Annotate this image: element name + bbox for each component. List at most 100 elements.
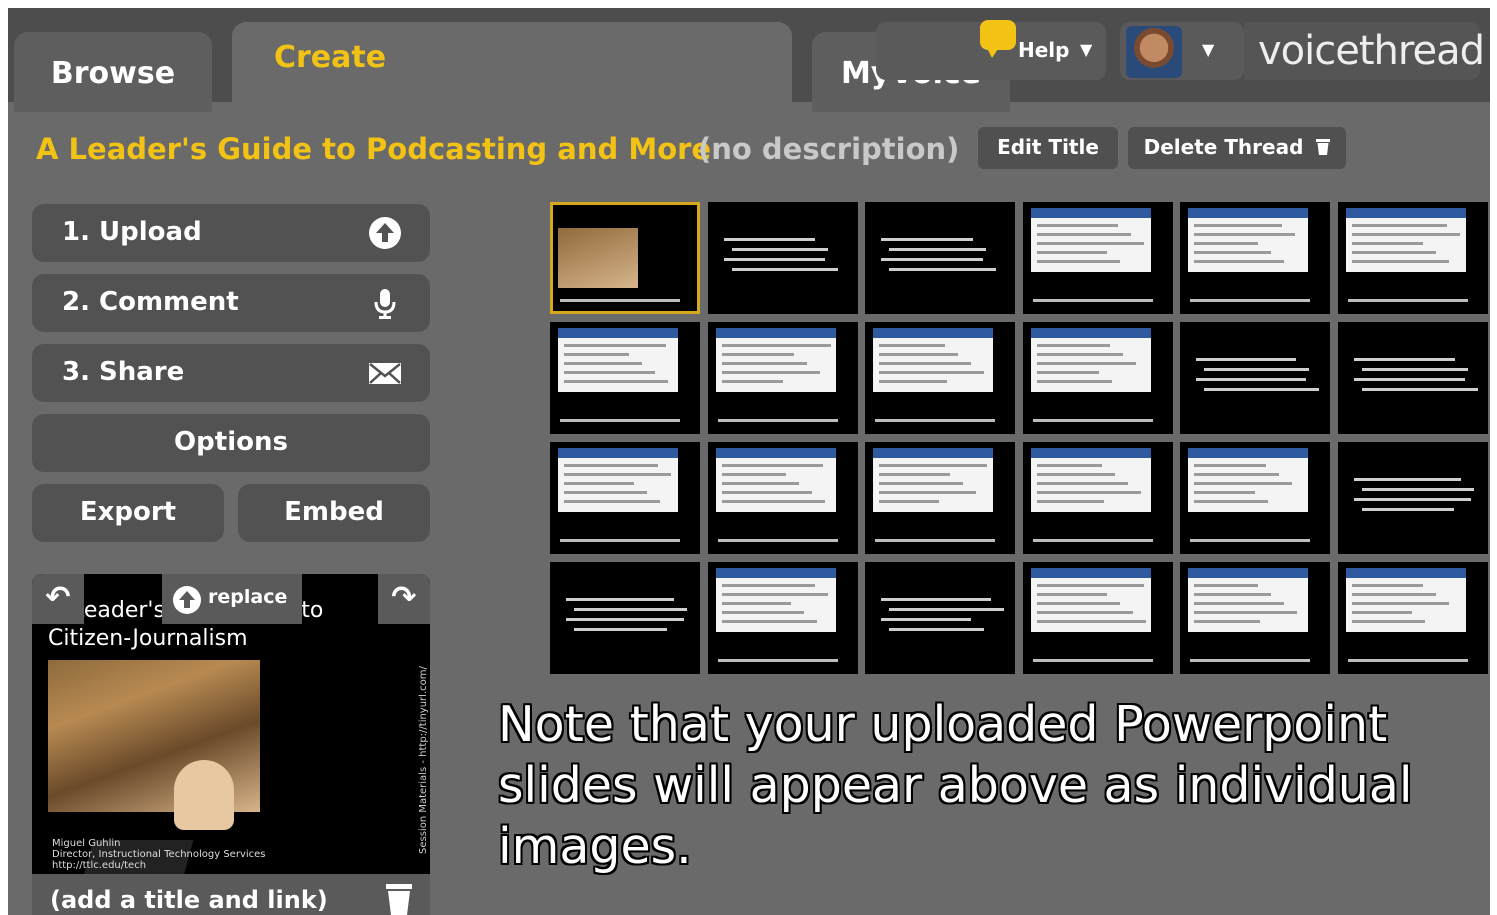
upload-button[interactable]: 1. Upload [32, 204, 430, 262]
slide-text-line [731, 268, 838, 271]
tab-create[interactable]: Create [232, 22, 792, 102]
add-title-link[interactable]: (add a title and link) [50, 886, 328, 914]
slide-thumbnail[interactable] [707, 442, 858, 554]
upload-label: 1. Upload [62, 217, 202, 247]
slide-text-line [1353, 378, 1465, 381]
slide-screenshot-line [1036, 380, 1112, 383]
slide-screenshot-line [1194, 482, 1292, 485]
slide-caption-line [1190, 659, 1310, 662]
slide-screenshot-line [1036, 260, 1120, 263]
preview-photo [48, 660, 260, 874]
slide-text-line [566, 618, 684, 621]
slide-text-line [889, 608, 1004, 611]
comment-button[interactable]: 2. Comment [32, 274, 430, 332]
slide-screenshot-header [558, 328, 678, 338]
slide-screenshot-header [1188, 568, 1308, 578]
replace-button[interactable]: replace [162, 574, 302, 624]
slide-screenshot-line [1194, 500, 1268, 503]
slide-screenshot [1188, 568, 1308, 632]
export-button[interactable]: Export [32, 484, 224, 542]
slide-thumbnail[interactable] [1337, 442, 1488, 554]
slide-screenshot-line [721, 380, 783, 383]
edit-title-button[interactable]: Edit Title [978, 127, 1118, 169]
slide-screenshot-line [564, 344, 666, 347]
slide-thumbnail[interactable] [1180, 322, 1330, 434]
slide-thumbnail[interactable] [1022, 442, 1173, 554]
microphone-icon [374, 289, 396, 319]
slide-thumbnail[interactable] [865, 202, 1015, 314]
slide-text-line [1353, 478, 1461, 481]
slide-screenshot-line [879, 491, 976, 494]
slide-screenshot-line [1194, 602, 1284, 605]
help-label[interactable]: Help [1018, 38, 1069, 62]
trash-icon [1316, 139, 1331, 155]
slide-screenshot [1345, 208, 1466, 272]
chevron-down-icon[interactable]: ▼ [1202, 40, 1214, 59]
slide-screenshot-line [879, 482, 963, 485]
embed-button[interactable]: Embed [238, 484, 430, 542]
slide-screenshot-line [564, 371, 655, 374]
rotate-right-icon[interactable]: ↷ [378, 574, 430, 624]
slide-thumbnail[interactable] [865, 322, 1015, 434]
slide-thumbnail[interactable] [1180, 202, 1330, 314]
slide-thumbnail[interactable] [1337, 562, 1488, 674]
slide-thumbnail[interactable] [707, 202, 858, 314]
slide-text-line [1361, 388, 1478, 391]
replace-label: replace [208, 586, 288, 608]
slide-thumbnail[interactable] [550, 202, 700, 314]
avatar[interactable] [1126, 26, 1182, 78]
slide-screenshot-line [1194, 260, 1284, 263]
slide-caption-line [717, 539, 838, 542]
slide-thumbnail[interactable] [865, 562, 1015, 674]
selected-slide-preview[interactable]: Leader's Field Guide to Citizen-Journali… [32, 574, 430, 874]
slide-thumbnail[interactable] [1180, 442, 1330, 554]
slide-screenshot [1188, 448, 1308, 512]
slide-screenshot-line [879, 500, 939, 503]
slide-screenshot-line [1036, 464, 1102, 467]
delete-thread-button[interactable]: Delete Thread [1128, 127, 1346, 169]
slide-thumbnail[interactable] [1022, 202, 1173, 314]
slide-screenshot-line [564, 482, 634, 485]
voicethread-logo[interactable]: voicethread [1258, 28, 1485, 74]
slide-screenshot-line [721, 371, 820, 374]
slide-screenshot-line [1036, 362, 1136, 365]
slide-screenshot-line [879, 464, 987, 467]
slide-screenshot-line [1194, 242, 1258, 245]
rotate-left-icon[interactable]: ↶ [32, 574, 84, 624]
slide-thumbnail[interactable] [550, 562, 700, 674]
slide-screenshot-header [873, 328, 993, 338]
slide-screenshot-line [1036, 500, 1104, 503]
slide-screenshot-line [879, 380, 947, 383]
slide-screenshot-line [1194, 491, 1255, 494]
slide-screenshot-line [1036, 353, 1123, 356]
add-title-row[interactable]: (add a title and link) [32, 874, 430, 915]
slide-screenshot-line [564, 500, 660, 503]
slide-screenshot-line [1351, 233, 1460, 236]
slide-thumbnail[interactable] [865, 442, 1015, 554]
slide-thumbnail[interactable] [1022, 562, 1173, 674]
chevron-down-icon[interactable]: ▼ [1080, 40, 1092, 59]
slide-screenshot-line [721, 584, 815, 587]
slide-screenshot-line [564, 353, 629, 356]
options-button[interactable]: Options [32, 414, 430, 472]
slide-thumbnail[interactable] [550, 322, 700, 434]
slide-text-line [1361, 488, 1474, 491]
slide-screenshot-line [721, 593, 828, 596]
tab-browse[interactable]: Browse [14, 32, 212, 112]
slide-thumbnail[interactable] [1337, 202, 1488, 314]
slide-thumbnail[interactable] [1337, 322, 1488, 434]
slide-screenshot-line [721, 500, 825, 503]
slide-thumbnail[interactable] [707, 322, 858, 434]
slide-thumbnail[interactable] [1022, 322, 1173, 434]
slide-screenshot-line [1351, 242, 1423, 245]
slide-caption-line [717, 659, 838, 662]
slide-screenshot-line [1194, 233, 1295, 236]
trash-icon[interactable] [386, 884, 412, 915]
slide-screenshot [873, 328, 993, 392]
slide-thumbnail[interactable] [550, 442, 700, 554]
share-button[interactable]: 3. Share [32, 344, 430, 402]
slide-thumbnail[interactable] [1180, 562, 1330, 674]
slide-screenshot [1030, 208, 1151, 272]
slide-thumbnail[interactable] [707, 562, 858, 674]
slide-screenshot-line [1036, 224, 1118, 227]
